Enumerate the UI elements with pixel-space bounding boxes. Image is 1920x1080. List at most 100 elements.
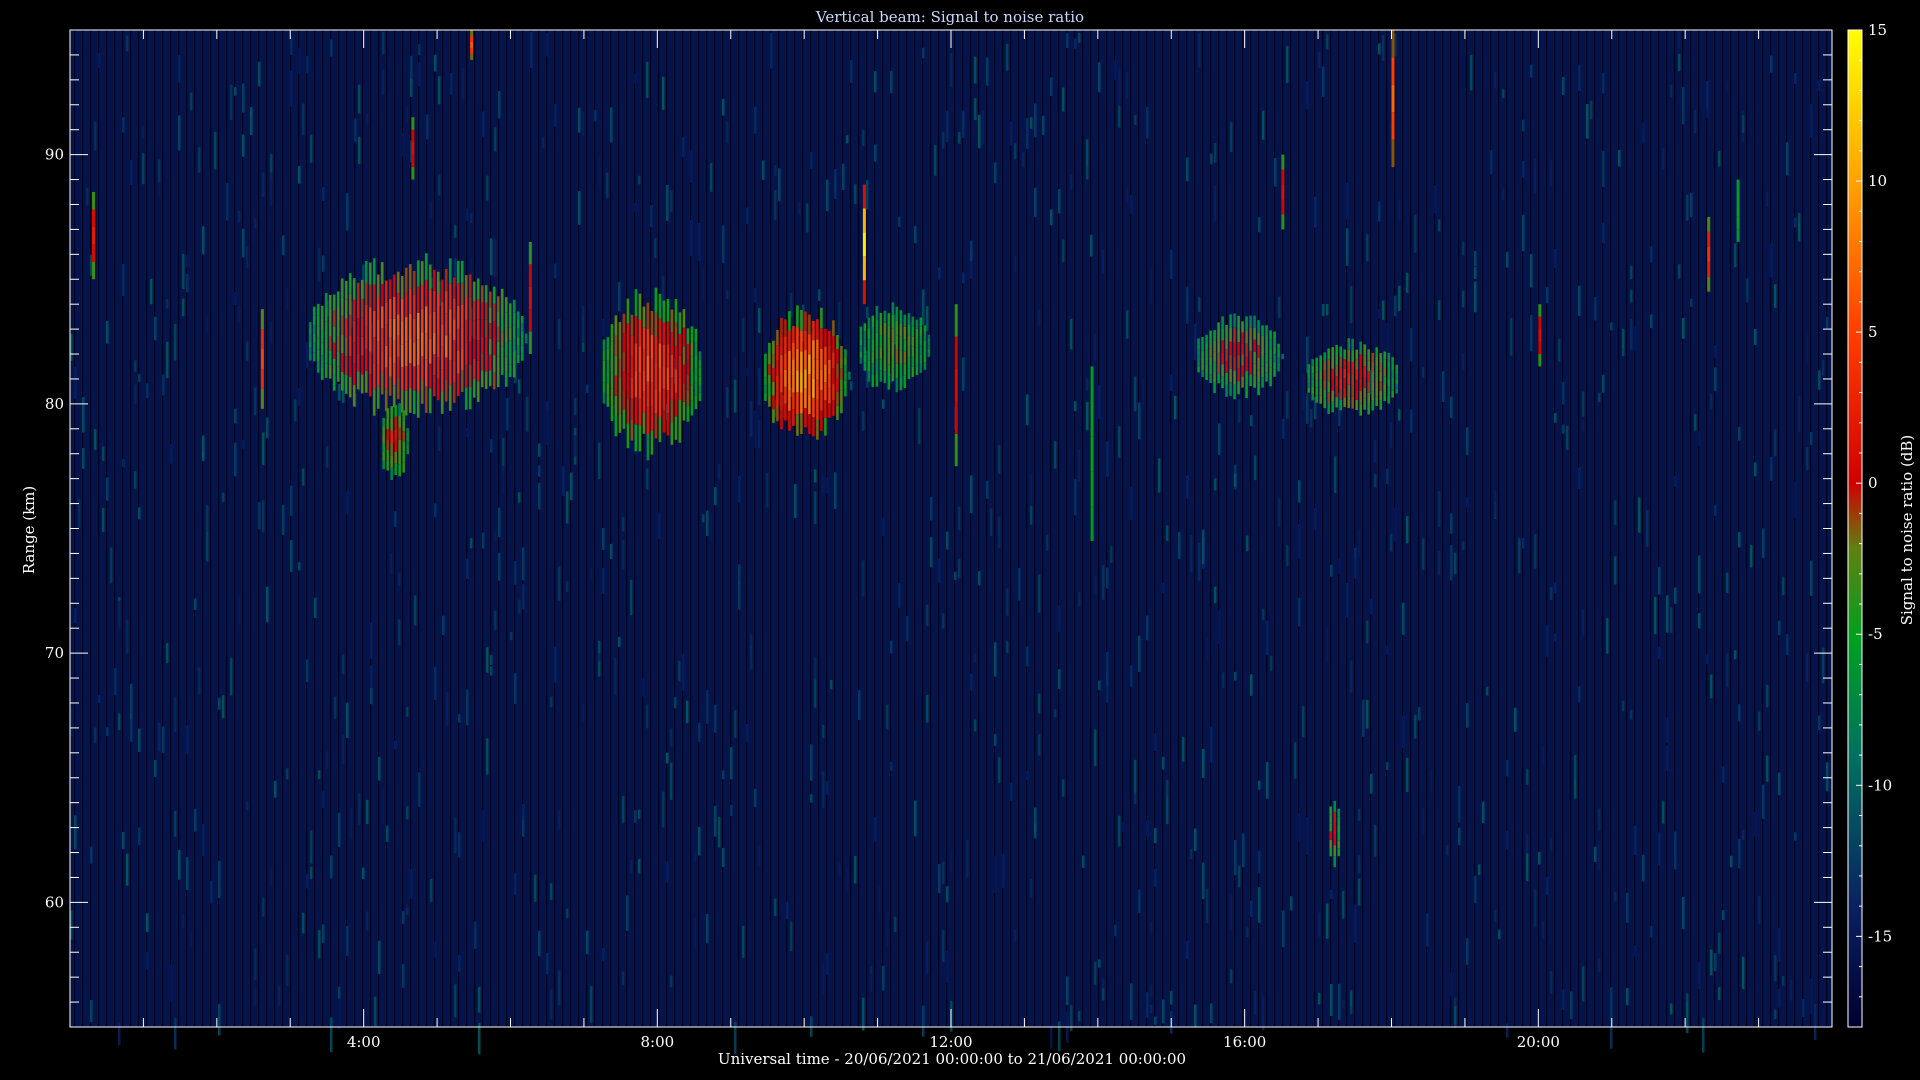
echo-cell — [844, 357, 847, 366]
noise-streak — [1706, 653, 1709, 665]
echo-cell — [859, 339, 863, 346]
echo-cell — [1201, 343, 1204, 351]
noise-streak — [230, 657, 233, 696]
noise-streak — [434, 503, 437, 518]
echo-cell — [658, 343, 662, 368]
noise-streak — [1358, 855, 1361, 874]
noise-streak — [242, 83, 245, 113]
echo-cell — [1333, 811, 1337, 823]
noise-streak — [1150, 984, 1153, 997]
noise-streak — [1738, 704, 1741, 722]
echo-cell — [618, 321, 622, 341]
noise-streak — [1662, 148, 1665, 170]
noise-gap — [858, 30, 860, 1027]
echo-spike — [528, 286, 532, 310]
noise-streak — [662, 76, 665, 110]
echo-cell — [456, 351, 460, 374]
echo-cell — [356, 300, 360, 319]
noise-streak — [222, 492, 225, 502]
echo-cell — [344, 337, 348, 357]
noise-streak — [1782, 976, 1785, 986]
noise-streak — [1058, 669, 1061, 690]
echo-cell — [808, 334, 811, 355]
noise-streak — [118, 600, 121, 630]
noise-streak — [302, 468, 305, 486]
echo-cell — [500, 346, 504, 361]
x-tick-label: 4:00 — [347, 1033, 381, 1051]
noise-gap — [1242, 30, 1244, 1027]
echo-cell — [320, 342, 324, 356]
echo-cell — [520, 338, 524, 346]
noise-streak — [754, 410, 757, 449]
echo-cell — [804, 388, 807, 408]
echo-cell — [686, 375, 690, 391]
echo-cell — [1395, 374, 1398, 380]
noise-streak — [622, 539, 625, 570]
echo-cell — [1307, 378, 1310, 384]
noise-streak — [1726, 81, 1729, 92]
noise-streak — [466, 207, 469, 222]
echo-cell — [516, 311, 520, 321]
echo-cell — [468, 296, 472, 320]
noise-streak — [970, 673, 973, 691]
noise-gap — [978, 30, 980, 1027]
echo-spike — [92, 192, 96, 210]
noise-streak — [546, 411, 549, 445]
echo-cell — [690, 326, 694, 342]
echo-cell — [398, 439, 401, 452]
noise-gap — [962, 30, 964, 1027]
noise-streak — [1746, 278, 1749, 303]
echo-cell — [336, 336, 340, 352]
noise-streak — [826, 780, 829, 795]
echo-cell — [380, 372, 384, 395]
noise-streak — [946, 950, 949, 984]
echo-cell — [1327, 392, 1330, 404]
echo-cell — [1387, 386, 1390, 396]
echo-cell — [406, 428, 409, 433]
echo-cell — [500, 360, 504, 375]
noise-streak — [502, 465, 505, 494]
echo-cell — [867, 339, 871, 350]
noise-streak — [878, 886, 881, 914]
noise-streak — [1358, 529, 1361, 557]
noise-gap — [370, 30, 372, 1027]
noise-gap — [530, 30, 532, 1027]
echo-cell — [891, 368, 895, 382]
noise-streak — [690, 149, 693, 183]
echo-cell — [1311, 372, 1314, 380]
noise-streak — [1086, 145, 1089, 180]
noise-gap — [90, 30, 92, 1027]
noise-streak — [1410, 409, 1413, 433]
echo-cell — [1233, 313, 1236, 328]
noise-streak — [618, 281, 621, 312]
echo-cell — [875, 305, 879, 320]
noise-streak — [1346, 228, 1349, 266]
noise-gap — [266, 30, 268, 1027]
noise-streak — [958, 506, 961, 531]
noise-streak — [702, 268, 705, 300]
noise-streak — [694, 851, 697, 862]
echo-cell — [1391, 363, 1394, 371]
noise-streak — [810, 152, 813, 169]
noise-gap — [1530, 30, 1532, 1027]
noise-gap — [386, 30, 388, 1027]
echo-cell — [364, 261, 368, 283]
noise-streak — [1742, 829, 1745, 840]
noise-gap — [394, 30, 396, 1027]
echo-cell — [863, 323, 867, 332]
echo-cell — [670, 399, 674, 423]
echo-cell — [800, 413, 803, 435]
noise-streak — [178, 849, 181, 880]
echo-cell — [1395, 383, 1398, 389]
noise-streak — [566, 491, 569, 524]
noise-streak — [410, 55, 413, 82]
echo-cell — [444, 268, 448, 292]
noise-gap — [626, 30, 628, 1027]
echo-cell — [1273, 346, 1276, 355]
echo-cell — [1245, 330, 1248, 344]
noise-streak — [1214, 478, 1217, 491]
noise-streak — [1370, 598, 1373, 615]
noise-streak — [1170, 249, 1173, 279]
noise-streak — [418, 772, 421, 807]
echo-cell — [879, 370, 883, 382]
